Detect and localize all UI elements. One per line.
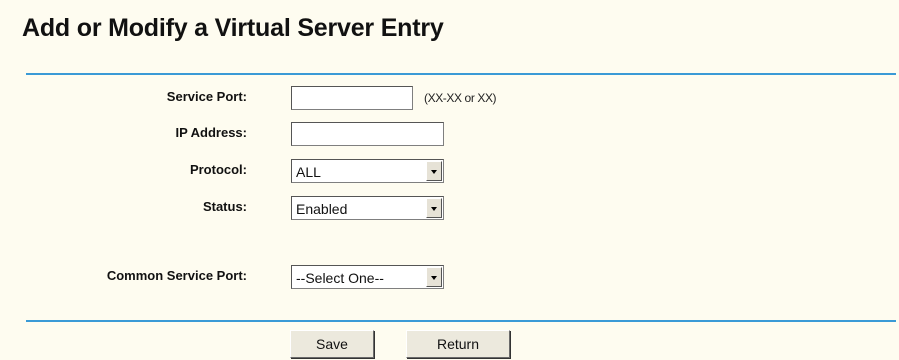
- common-service-port-row: Common Service Port: --Select One--: [0, 265, 899, 291]
- chevron-down-icon: [431, 207, 437, 211]
- page-title: Add or Modify a Virtual Server Entry: [22, 14, 444, 42]
- bottom-divider: [26, 320, 896, 322]
- ip-address-row: IP Address:: [0, 122, 899, 148]
- common-service-port-dropdown-button[interactable]: [426, 267, 442, 287]
- status-row: Status: Enabled: [0, 196, 899, 222]
- protocol-selected-value: ALL: [296, 164, 321, 180]
- common-service-port-label: Common Service Port:: [106, 268, 247, 283]
- service-port-hint: (XX-XX or XX): [424, 91, 497, 105]
- status-selected-value: Enabled: [296, 201, 348, 217]
- service-port-row: Service Port: (XX-XX or XX): [0, 86, 899, 112]
- protocol-dropdown-button[interactable]: [426, 161, 442, 181]
- status-dropdown-button[interactable]: [426, 198, 442, 218]
- return-button[interactable]: Return: [406, 330, 510, 358]
- protocol-select[interactable]: ALL: [291, 159, 444, 183]
- status-select[interactable]: Enabled: [291, 196, 444, 220]
- chevron-down-icon: [431, 276, 437, 280]
- protocol-label: Protocol:: [189, 162, 247, 177]
- ip-address-label: IP Address:: [175, 125, 247, 140]
- protocol-row: Protocol: ALL: [0, 159, 899, 185]
- chevron-down-icon: [431, 170, 437, 174]
- status-label: Status:: [202, 199, 247, 214]
- service-port-label: Service Port:: [166, 89, 247, 104]
- common-service-port-selected-value: --Select One--: [296, 270, 384, 286]
- save-button[interactable]: Save: [290, 330, 374, 358]
- common-service-port-select[interactable]: --Select One--: [291, 265, 444, 289]
- service-port-input[interactable]: [291, 86, 413, 110]
- ip-address-input[interactable]: [291, 122, 444, 146]
- top-divider: [26, 73, 896, 75]
